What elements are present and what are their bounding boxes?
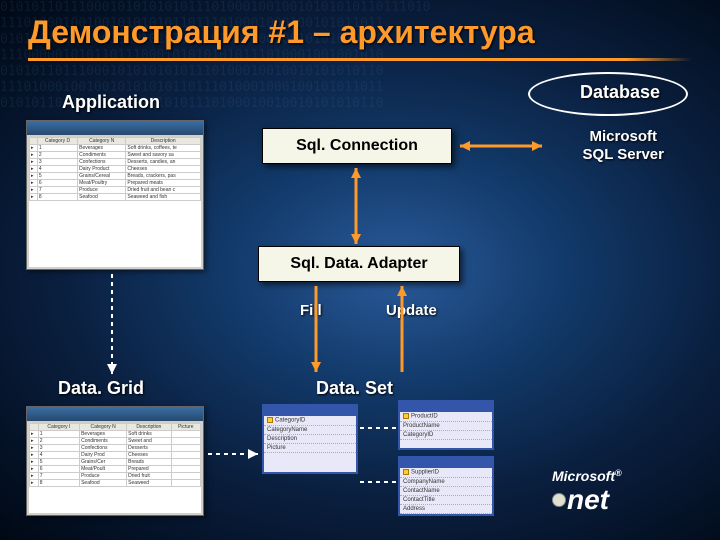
dataset-label: Data. Set xyxy=(316,378,393,399)
title-underline xyxy=(28,58,692,61)
application-label: Application xyxy=(62,92,160,113)
update-label: Update xyxy=(386,302,437,319)
database-label: Database xyxy=(580,82,660,103)
fill-label: Fill xyxy=(300,302,322,319)
sqlconnection-text: Sql. Connection xyxy=(296,137,418,155)
microsoft-dotnet-logo: Microsoft® net xyxy=(552,468,702,526)
slide-title: Демонстрация #1 – архитектура xyxy=(28,14,535,51)
sqldataadapter-card: Sql. Data. Adapter xyxy=(258,246,460,282)
dataset-table-left: CategoryIDCategoryNameDescriptionPicture xyxy=(262,404,358,474)
datagrid-titlebar xyxy=(27,407,203,421)
app-grid-content: Category DCategory NDescription▸1Beverag… xyxy=(29,137,201,267)
sqlconnection-card: Sql. Connection xyxy=(262,128,452,164)
app-titlebar xyxy=(27,121,203,135)
logo-brand: Microsoft xyxy=(552,468,615,484)
dataset-table-right-top: ProductIDProductNameCategoryID xyxy=(398,400,494,450)
datagrid-table: Category ICategory NDescriptionPicture▸1… xyxy=(29,423,201,487)
sqldataadapter-text: Sql. Data. Adapter xyxy=(290,255,427,273)
app-data-table: Category DCategory NDescription▸1Beverag… xyxy=(29,137,201,201)
dataset-table-right-bottom: SupplierIDCompanyNameContactNameContactT… xyxy=(398,456,494,516)
datagrid-window: Category ICategory NDescriptionPicture▸1… xyxy=(26,406,204,516)
dot-icon xyxy=(552,493,566,507)
datagrid-content: Category ICategory NDescriptionPicture▸1… xyxy=(29,423,201,513)
datagrid-label: Data. Grid xyxy=(58,378,144,399)
application-window: Category DCategory NDescription▸1Beverag… xyxy=(26,120,204,270)
slide: 0101011011100010101010101110100010010010… xyxy=(0,0,720,540)
db-server-label: Microsoft SQL Server xyxy=(583,128,664,164)
